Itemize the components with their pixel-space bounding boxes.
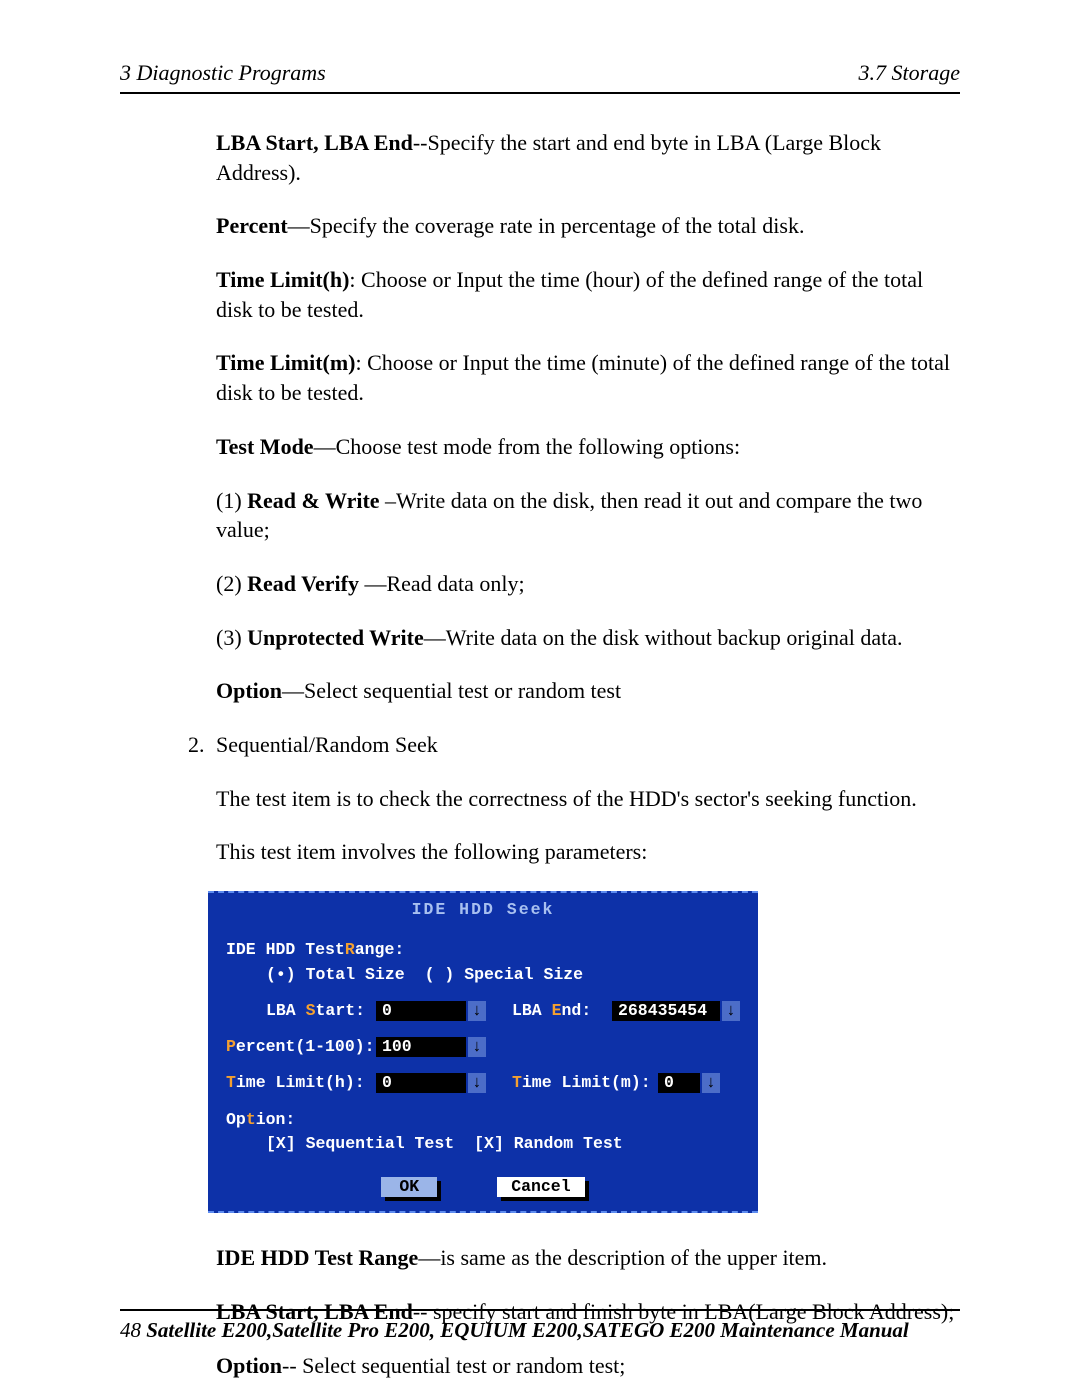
percent-label: Percent(1-100): xyxy=(226,1036,376,1058)
range-options: (•) Total Size ( ) Special Size xyxy=(226,964,740,986)
hot: P xyxy=(226,1037,236,1056)
lba-start-label: LBA Start: xyxy=(266,1000,376,1022)
hot: T xyxy=(226,1073,236,1092)
page: 3 Diagnostic Programs 3.7 Storage LBA St… xyxy=(0,0,1080,1397)
term: Time Limit(h) xyxy=(216,267,349,292)
text: —Choose test mode from the following opt… xyxy=(314,434,741,459)
para-lba: LBA Start, LBA End--Specify the start an… xyxy=(120,128,960,187)
header-left: 3 Diagnostic Programs xyxy=(120,60,326,86)
term: IDE HDD Test Range xyxy=(216,1245,418,1270)
label-post: ange: xyxy=(355,939,405,961)
hot: T xyxy=(512,1073,522,1092)
option-checks: [X] Sequential Test [X] Random Test xyxy=(226,1133,740,1155)
row-time: Time Limit(h): 0 ↓ Time Limit(m): 0 ↓ xyxy=(226,1072,740,1094)
cancel-button[interactable]: Cancel xyxy=(497,1177,584,1197)
term: Percent xyxy=(216,213,288,238)
pre: LBA xyxy=(266,1001,306,1020)
para-desc: The test item is to check the correctnes… xyxy=(120,784,960,814)
term: Unprotected Write xyxy=(247,625,424,650)
dropdown-icon[interactable]: ↓ xyxy=(468,1001,486,1021)
post: ion: xyxy=(256,1109,296,1131)
prefix: (1) xyxy=(216,488,247,513)
timeh-input[interactable]: 0 xyxy=(376,1073,466,1093)
row-lba: LBA Start: 0 ↓ LBA End: 268435454 ↓ xyxy=(226,1000,740,1022)
ide-hdd-seek-dialog: IDE HDD Seek IDE HDD Test Range: (•) Tot… xyxy=(208,891,758,1213)
pre: LBA xyxy=(512,1001,552,1020)
para-ide-range: IDE HDD Test Range—is same as the descri… xyxy=(120,1243,960,1273)
para-opt3: (3) Unprotected Write—Write data on the … xyxy=(120,623,960,653)
content: LBA Start, LBA End--Specify the start an… xyxy=(120,128,960,1380)
term: Option xyxy=(216,1353,282,1378)
para-opt2: (2) Read Verify —Read data only; xyxy=(120,569,960,599)
timem-input[interactable]: 0 xyxy=(658,1073,700,1093)
hot: E xyxy=(552,1001,562,1020)
text: —Specify the coverage rate in percentage… xyxy=(288,213,805,238)
list-text: Sequential/Random Seek xyxy=(216,730,960,760)
post: ime Limit(m): xyxy=(522,1073,651,1092)
post: tart: xyxy=(316,1001,366,1020)
dialog-title: IDE HDD Seek xyxy=(226,899,740,921)
page-footer: 48 Satellite E200,Satellite Pro E200, EQ… xyxy=(120,1318,960,1343)
text: —is same as the description of the upper… xyxy=(418,1245,827,1270)
option-label: Option: xyxy=(226,1109,740,1131)
lba-start-input[interactable]: 0 xyxy=(376,1001,466,1021)
para-option2: Option-- Select sequential test or rando… xyxy=(120,1351,960,1381)
text: -- Select sequential test or random test… xyxy=(282,1353,625,1378)
term: Test Mode xyxy=(216,434,314,459)
dropdown-icon[interactable]: ↓ xyxy=(722,1001,740,1021)
lba-end-label: LBA End: xyxy=(512,1000,612,1022)
hot: t xyxy=(246,1109,256,1131)
header-right: 3.7 Storage xyxy=(859,60,960,86)
para-timem: Time Limit(m): Choose or Input the time … xyxy=(120,348,960,407)
para-timeh: Time Limit(h): Choose or Input the time … xyxy=(120,265,960,324)
page-header: 3 Diagnostic Programs 3.7 Storage xyxy=(120,60,960,94)
prefix: (3) xyxy=(216,625,247,650)
hot: S xyxy=(306,1001,316,1020)
text: —Read data only; xyxy=(359,571,525,596)
ok-button[interactable]: OK xyxy=(381,1177,437,1197)
term: Option xyxy=(216,678,282,703)
term: Read & Write xyxy=(247,488,379,513)
radio-special-size[interactable]: ( ) Special Size xyxy=(425,964,583,986)
pre: Op xyxy=(226,1109,246,1131)
check-random[interactable]: [X] Random Test xyxy=(474,1133,623,1155)
para-testmode: Test Mode—Choose test mode from the foll… xyxy=(120,432,960,462)
para-percent: Percent—Specify the coverage rate in per… xyxy=(120,211,960,241)
check-sequential[interactable]: [X] Sequential Test xyxy=(266,1133,454,1155)
timem-label: Time Limit(m): xyxy=(512,1072,658,1094)
term: Time Limit(m) xyxy=(216,350,356,375)
term: Read Verify xyxy=(247,571,359,596)
para-option: Option—Select sequential test or random … xyxy=(120,676,960,706)
timeh-label: Time Limit(h): xyxy=(226,1072,376,1094)
dropdown-icon[interactable]: ↓ xyxy=(468,1037,486,1057)
label-pre: IDE HDD Test xyxy=(226,939,345,961)
dropdown-icon[interactable]: ↓ xyxy=(702,1073,720,1093)
post: nd: xyxy=(562,1001,592,1020)
text: —Select sequential test or random test xyxy=(282,678,621,703)
term: LBA Start, LBA End xyxy=(216,130,413,155)
dropdown-icon[interactable]: ↓ xyxy=(468,1073,486,1093)
para-opt1: (1) Read & Write –Write data on the disk… xyxy=(120,486,960,545)
radio-total-size[interactable]: (•) Total Size xyxy=(266,964,405,986)
post: ercent(1-100): xyxy=(236,1037,375,1056)
post: ime Limit(h): xyxy=(236,1073,365,1092)
text: —Write data on the disk without backup o… xyxy=(424,625,903,650)
percent-input[interactable]: 100 xyxy=(376,1037,466,1057)
page-number: 48 xyxy=(120,1318,141,1342)
range-label: IDE HDD Test Range: xyxy=(226,939,740,961)
list-item-2: 2. Sequential/Random Seek xyxy=(120,730,960,760)
lba-end-input[interactable]: 268435454 xyxy=(612,1001,720,1021)
footer-title: Satellite E200,Satellite Pro E200, EQUIU… xyxy=(141,1318,909,1342)
hotkey: R xyxy=(345,939,355,961)
list-number: 2. xyxy=(188,730,216,760)
para-params: This test item involves the following pa… xyxy=(120,837,960,867)
row-percent: Percent(1-100): 100 ↓ xyxy=(226,1036,740,1058)
footer-rule xyxy=(120,1309,960,1311)
button-row: OK Cancel xyxy=(226,1177,740,1197)
prefix: (2) xyxy=(216,571,247,596)
